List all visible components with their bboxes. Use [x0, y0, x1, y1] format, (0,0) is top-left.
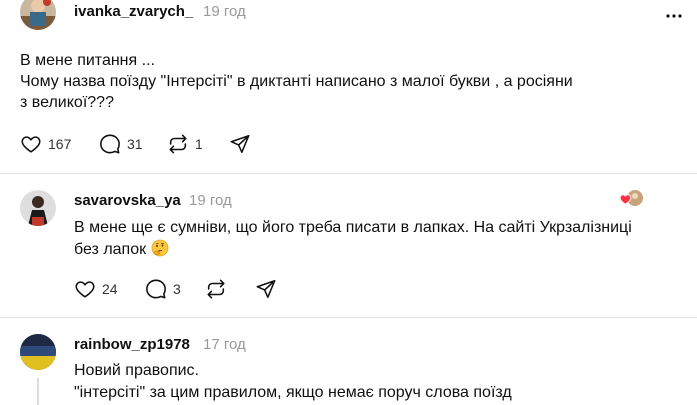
post-username[interactable]: rainbow_zp1978 — [74, 336, 190, 353]
repost-icon — [205, 278, 227, 300]
post-username[interactable]: ivanka_zvarych_ — [74, 3, 193, 20]
avatar[interactable] — [20, 334, 56, 370]
post-text-line: В мене ще є сумніви, що його треба писат… — [74, 219, 632, 236]
comment-icon — [145, 278, 167, 300]
post-text-line: В мене питання ... — [20, 52, 155, 69]
avatar[interactable] — [20, 0, 56, 30]
repost-button[interactable] — [205, 277, 227, 301]
like-count: 167 — [48, 136, 72, 152]
post-username[interactable]: savarovska_ya — [74, 192, 181, 209]
post-text-line: з великої??? — [20, 94, 114, 111]
post-time: 19 год — [203, 3, 246, 20]
post-time: 17 год — [203, 336, 246, 353]
like-button[interactable]: 167 — [20, 132, 71, 156]
comment-button[interactable]: 31 — [99, 132, 143, 156]
post-text-line: Чому назва поїзду "Інтерсіті" в диктанті… — [20, 73, 573, 90]
like-button[interactable]: 24 — [74, 277, 118, 301]
repost-button[interactable]: 1 — [167, 132, 203, 156]
share-button[interactable] — [229, 132, 251, 156]
comment-count: 3 — [173, 281, 181, 297]
post-text-segment: без лапок — [74, 241, 147, 258]
like-count: 24 — [102, 281, 118, 297]
post-text-line: Новий правопис. — [74, 362, 199, 379]
comment-icon — [99, 133, 121, 155]
thread-line — [37, 378, 39, 405]
post-text-line: без лапок — [74, 239, 169, 264]
post-text-line: "інтерсіті" за цим правилом, якщо немає … — [74, 384, 512, 401]
comment-button[interactable]: 3 — [145, 277, 181, 301]
threads-page: ivanka_zvarych_ 19 год В мене питання ..… — [0, 0, 697, 405]
share-button[interactable] — [255, 277, 277, 301]
heart-icon — [20, 133, 42, 155]
liked-by-author-badge — [618, 189, 644, 209]
share-icon — [229, 133, 251, 155]
post-time: 19 год — [189, 192, 232, 209]
avatar[interactable] — [20, 190, 56, 226]
comment-count: 31 — [127, 136, 143, 152]
post-divider — [0, 317, 697, 318]
post-divider — [0, 173, 697, 174]
share-icon — [255, 278, 277, 300]
thinking-face-emoji — [151, 239, 169, 264]
repost-count: 1 — [195, 136, 203, 152]
heart-icon — [74, 278, 96, 300]
repost-icon — [167, 133, 189, 155]
more-icon[interactable] — [664, 7, 684, 18]
